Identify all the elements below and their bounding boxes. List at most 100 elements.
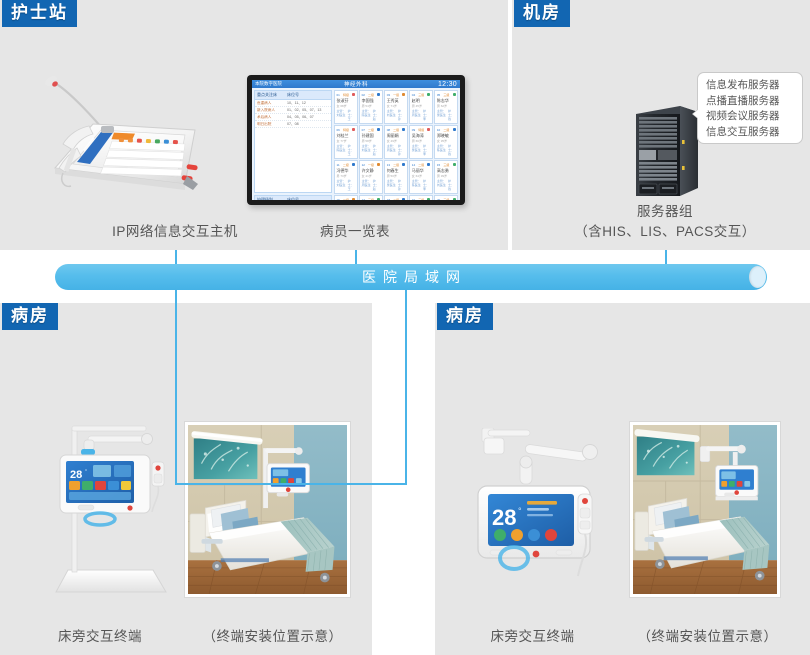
patient-card-foot: 主管：陈医生 护士：赵: [362, 109, 381, 121]
patient-care-level: 二级: [393, 162, 400, 167]
patient-card-top: 11 二级: [337, 163, 356, 167]
patient-bed-number: 12: [361, 162, 365, 167]
patient-care-level: 特级: [342, 92, 349, 97]
patient-name: 王秀英: [386, 97, 399, 103]
bedside-terminal-wall-illustration: 28 °: [468, 427, 608, 593]
section-badge-ward-left: 病房: [2, 303, 58, 330]
patient-meta: 男 45岁: [411, 104, 422, 108]
patient-status-dot: [402, 128, 406, 131]
patient-card: 19三级韩立国男 60岁主管：刘医生护士：李: [409, 195, 433, 200]
patient-status-dot: [427, 93, 431, 96]
patient-care-level: 一级: [393, 92, 400, 97]
patient-name: 郑晓敏: [436, 132, 449, 138]
patient-card: 15 三级 高志勇男 39岁 主管：刘医生 护士：钱: [434, 160, 458, 194]
patient-card: 03 一级 王秀英女 71岁 主管：刘医生 护士：孙: [384, 90, 408, 124]
patient-status-dot: [452, 128, 456, 131]
patient-status-dot: [352, 198, 356, 200]
patient-bed-number: 02: [361, 92, 365, 97]
patient-card-foot: 主管：陈医生 护士：李: [412, 179, 431, 191]
patient-name: 马丽华: [411, 167, 424, 173]
patient-nurse: 护士：孙: [397, 179, 404, 191]
patient-card-foot: 主管：刘医生 护士：赵: [362, 144, 381, 156]
patient-card-top: 03 一级: [387, 93, 406, 97]
patient-status-dot: [452, 163, 456, 166]
patient-card-top: 20 三级: [437, 198, 456, 200]
patient-status-dot: [402, 93, 406, 96]
svg-text:°: °: [518, 506, 522, 516]
patient-card: 05 三级 陈志华男 62岁 主管：吴医生 护士：钱: [434, 90, 458, 124]
patient-name: 李国强: [361, 97, 374, 103]
board-hospital-name: 本院数字医院: [255, 81, 282, 86]
patient-nurse: 护士：李: [422, 179, 429, 191]
patient-doctor: 主管：刘医生: [336, 179, 346, 187]
patient-status-dot: [377, 198, 381, 200]
board-side-panel: 重点关注床 床位号 危重病人 10、11、12 新入院病人 01、02、05、07、13 术…: [254, 90, 332, 194]
patient-card-top: 16 一级: [337, 197, 356, 201]
caption-install-position-left: （终端安装位置示意）: [202, 629, 343, 644]
patient-bed-number: 14: [411, 162, 416, 167]
patient-status-dot: [402, 198, 406, 200]
patient-card: 20三级曹秀珍女 68岁主管：周医生护士：钱: [434, 195, 458, 200]
patient-card-top: 04 三级: [412, 93, 431, 97]
patient-care-level: 一级: [368, 162, 375, 167]
patient-meta: 女 35岁: [436, 139, 448, 143]
patient-meta: 女 77岁: [336, 139, 347, 143]
patient-care-level: 二级: [393, 127, 400, 132]
patient-status-dot: [452, 93, 456, 96]
patient-card-top: 15 三级: [437, 163, 456, 167]
svg-text:°: °: [85, 469, 87, 475]
patient-care-level: 三级: [368, 197, 375, 201]
patient-card-top: 02 二级: [362, 93, 381, 97]
patient-card-grid: 01 特级 张淑芬女 68岁 主管：刘医生 护士：王 02 二级 李国强男 54岁 主管：陈医生…: [334, 90, 458, 200]
patient-card: 06 特级 刘桂兰女 77岁 主管：陈医生 护士：王: [334, 125, 358, 159]
board-side-header-beds: 床位号: [287, 197, 299, 200]
patient-bed-number: 05: [436, 92, 441, 97]
patient-doctor: 主管：刘医生: [336, 109, 346, 117]
patient-bed-number: 18: [386, 197, 391, 201]
bedside-terminal-stand-illustration: 28 °: [48, 420, 173, 600]
patient-nurse: 护士：李: [422, 109, 429, 121]
patient-meta: 男 73岁: [336, 174, 347, 178]
patient-list-screen: 本院数字医院 神经外科 12:30 重点关注床 床位号 危重病人 10、11、12 新入…: [252, 80, 460, 200]
caption-install-position-right: （终端安装位置示意）: [637, 629, 778, 644]
callout-line-2: 点播直播服务器: [706, 94, 780, 107]
patient-care-level: 特级: [342, 127, 349, 132]
patient-card-foot: 主管：刘医生 护士：王: [337, 179, 356, 191]
patient-bed-number: 11: [336, 162, 340, 167]
board-department: 神经外科: [343, 82, 368, 88]
patient-board-header: 本院数字医院 神经外科 12:30: [252, 80, 460, 88]
patient-doctor: 主管：刘医生: [386, 109, 396, 117]
connector-patient-list-to-network: [355, 250, 357, 265]
patient-status-dot: [402, 163, 406, 166]
patient-status-dot: [427, 163, 431, 166]
connector-network-to-ward-left: [175, 289, 177, 485]
board-clock: 12:30: [437, 80, 457, 88]
caption-patient-list: 病员一览表: [320, 224, 390, 239]
patient-card-top: 19 三级: [412, 198, 431, 200]
board-side-row-label: 明日出院: [257, 121, 272, 126]
patient-status-dot: [377, 128, 381, 131]
hospital-lan-label: 医院局域网: [362, 269, 467, 285]
patient-status-dot: [352, 128, 356, 131]
patient-card: 07 二级 孙建国男 58岁 主管：刘医生 护士：赵: [359, 125, 383, 159]
patient-card: 10 二级 郑晓敏女 35岁 主管：陈医生 护士：钱: [434, 125, 458, 159]
patient-card-top: 05 三级: [437, 93, 456, 97]
board-side-row-beds: 07、08: [287, 121, 299, 126]
connector-ward-horizontal: [175, 483, 407, 485]
patient-care-level: 二级: [418, 162, 425, 167]
patient-card-top: 08 二级: [387, 128, 406, 132]
patient-nurse: 护士：赵: [372, 144, 379, 156]
patient-card-foot: 主管：吴医生 护士：钱: [437, 109, 456, 121]
patient-card-foot: 主管：吴医生 护士：李: [412, 144, 431, 156]
patient-meta: 男 66岁: [411, 139, 422, 143]
patient-care-level: 一级: [342, 197, 349, 201]
patient-card-top: 07 二级: [362, 128, 381, 132]
board-side-header-label: 护理级别: [257, 197, 273, 200]
patient-card-top: 18 二级: [386, 197, 406, 201]
patient-doctor: 主管：陈医生: [411, 179, 421, 187]
board-side-row: 明日出院 07、08: [255, 121, 331, 128]
patient-name: 何春生: [386, 167, 399, 173]
patient-nurse: 护士：孙: [397, 109, 404, 121]
caption-server-group-line2: （含HIS、LIS、PACS交互）: [574, 224, 756, 239]
patient-care-level: 二级: [393, 197, 400, 201]
